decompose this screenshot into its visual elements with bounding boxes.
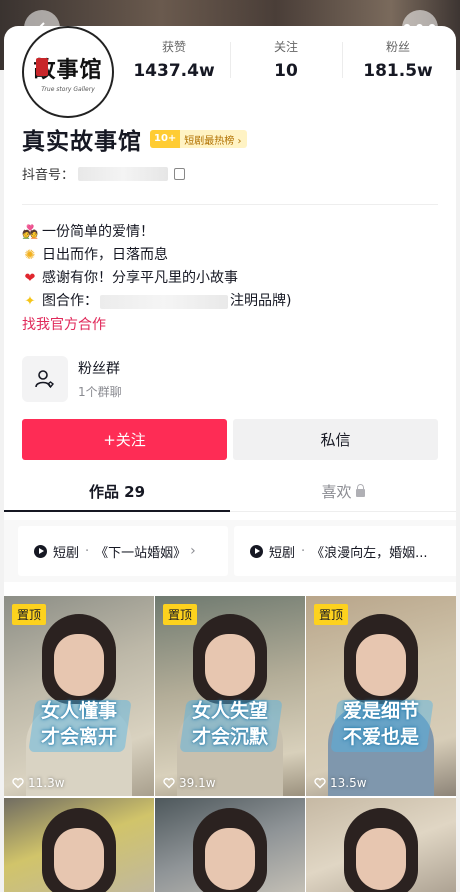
profile-card: 故事馆 True story Gallery 获赞 1437.4w 关注 10 … [4, 26, 456, 892]
stat-likes[interactable]: 获赞 1437.4w [118, 36, 230, 86]
play-icon [250, 544, 263, 558]
bio-line: ❤ 感谢有你！分享平凡里的小故事 [22, 267, 291, 290]
official-cooperation-link[interactable]: 找我官方合作 [22, 314, 291, 337]
stat-value: 1437.4w [133, 61, 215, 81]
thumbnail-face [54, 634, 104, 696]
tab-likes-label: 喜欢 [321, 482, 352, 501]
thumbnail-face [356, 634, 406, 696]
lock-icon [355, 483, 365, 497]
heart-icon [163, 777, 175, 789]
bio-text: 一份简单的爱情！ [42, 224, 154, 240]
id-value-masked [78, 166, 169, 181]
thumbnail-face [205, 828, 255, 890]
caption-line: 女人失望 [191, 700, 268, 722]
douyin-id-row: 抖音号： [22, 164, 188, 183]
video-tile[interactable]: 置顶 爱是细节 不爱也是 13.5w [306, 596, 456, 796]
avatar[interactable]: 故事馆 True story Gallery [22, 26, 114, 118]
separator-dot: · [85, 543, 90, 559]
fan-group-icon [22, 356, 68, 402]
nickname: 真实故事馆 [22, 129, 142, 155]
playlist-tag: 短剧 [269, 545, 296, 561]
video-tile[interactable] [155, 798, 305, 892]
caption-line: 爱是细节 [342, 700, 419, 722]
playlist-tag: 短剧 [53, 545, 80, 561]
video-grid: 置顶 女人懂事 才会离开 11.3w 置顶 女人失望 才会沉默 39.1w 置顶… [4, 596, 456, 892]
tab-likes[interactable]: 喜欢 [230, 472, 456, 511]
caption-line: 才会离开 [40, 726, 117, 748]
stat-label: 获赞 [161, 40, 186, 54]
video-tile[interactable]: 置顶 女人失望 才会沉默 39.1w [155, 596, 305, 796]
thumbnail-face [54, 828, 104, 890]
video-tile[interactable]: 置顶 女人懂事 才会离开 11.3w [4, 596, 154, 796]
avatar-logo-subtitle: True story Gallery [41, 85, 95, 93]
divider [22, 204, 438, 205]
fan-group-entry[interactable]: 粉丝群 1个群聊 [22, 356, 122, 402]
chevron-right-icon: › [190, 543, 196, 559]
fan-group-subtitle: 1个群聊 [78, 385, 122, 399]
video-caption: 爱是细节 不爱也是 [306, 698, 456, 750]
playlist-item[interactable]: 短剧 · 《浪漫向左，婚姻... [234, 526, 456, 576]
badge-rank: 10+ [150, 130, 181, 148]
heart-icon [314, 777, 326, 789]
like-count-value: 11.3w [28, 776, 65, 790]
copy-icon[interactable] [174, 164, 188, 180]
caption-line: 才会沉默 [191, 726, 268, 748]
sun-emoji-icon: ✺ [24, 248, 36, 263]
follow-button[interactable]: +关注 [22, 419, 227, 460]
bio-line: 💑 一份简单的爱情！ [22, 221, 291, 244]
hot-list-badge[interactable]: 10+ 短剧最热榜 › [150, 130, 248, 148]
stats-row: 获赞 1437.4w 关注 10 粉丝 181.5w [118, 36, 454, 86]
name-row: 真实故事馆 10+ 短剧最热榜 › [22, 122, 248, 156]
group-people-icon [35, 370, 54, 389]
couple-emoji-icon: 💑 [22, 225, 39, 240]
message-button[interactable]: 私信 [233, 419, 438, 460]
caption-line: 女人懂事 [40, 700, 117, 722]
video-tile[interactable] [306, 798, 456, 892]
pinned-badge: 置顶 [12, 604, 47, 625]
playlist-strip: 短剧 · 《下一站婚姻》 › 短剧 · 《浪漫向左，婚姻... [4, 520, 456, 582]
action-buttons: +关注 私信 [22, 419, 438, 460]
video-caption: 女人懂事 才会离开 [4, 698, 154, 750]
separator-dot: · [301, 543, 306, 559]
fan-group-title: 粉丝群 [78, 361, 120, 377]
like-count-value: 13.5w [330, 776, 367, 790]
bio-line: ✦ 图合作： 注明品牌) [22, 290, 292, 313]
video-caption: 女人失望 才会沉默 [155, 698, 305, 750]
stat-value: 181.5w [363, 61, 433, 81]
pinned-badge: 置顶 [163, 604, 198, 625]
bio-text: 图合作： [42, 293, 98, 309]
stat-label: 关注 [273, 40, 298, 54]
stat-followers[interactable]: 粉丝 181.5w [342, 36, 454, 86]
caption-line: 不爱也是 [342, 726, 419, 748]
stat-following[interactable]: 关注 10 [230, 36, 342, 86]
badge-label: 短剧最热榜 › [184, 135, 242, 147]
bio-line: ✺ 日出而作，日落而息 [22, 244, 291, 267]
bio-text: 日出而作，日落而息 [42, 247, 168, 263]
sparkle-emoji-icon: ✦ [24, 294, 36, 309]
like-count: 39.1w [163, 776, 216, 790]
pinned-badge: 置顶 [314, 604, 349, 625]
bio-masked-contact [100, 294, 228, 309]
heart-emoji-icon: ❤ [24, 271, 36, 286]
playlist-name: 《浪漫向左，婚姻... [311, 545, 428, 561]
thumbnail-face [205, 634, 255, 696]
thumbnail-face [356, 828, 406, 890]
id-label: 抖音号： [22, 168, 75, 183]
heart-icon [12, 777, 24, 789]
like-count: 13.5w [314, 776, 367, 790]
stat-label: 粉丝 [385, 40, 410, 54]
stat-value: 10 [274, 61, 298, 81]
seal-icon [36, 58, 48, 76]
playlist-item[interactable]: 短剧 · 《下一站婚姻》 › [18, 526, 228, 576]
video-tile[interactable] [4, 798, 154, 892]
bio-text: 感谢有你！分享平凡里的小故事 [42, 270, 238, 286]
like-count: 11.3w [12, 776, 65, 790]
play-icon [34, 544, 47, 558]
playlist-name: 《下一站婚姻》 [95, 545, 187, 561]
bio-text: 注明品牌) [230, 293, 292, 309]
like-count-value: 39.1w [179, 776, 216, 790]
bio: 💑 一份简单的爱情！ ✺ 日出而作，日落而息 ❤ 感谢有你！分享平凡里的小故事 … [22, 221, 291, 337]
content-tabs: 作品 29 喜欢 [4, 472, 456, 512]
tab-works[interactable]: 作品 29 [4, 472, 230, 512]
